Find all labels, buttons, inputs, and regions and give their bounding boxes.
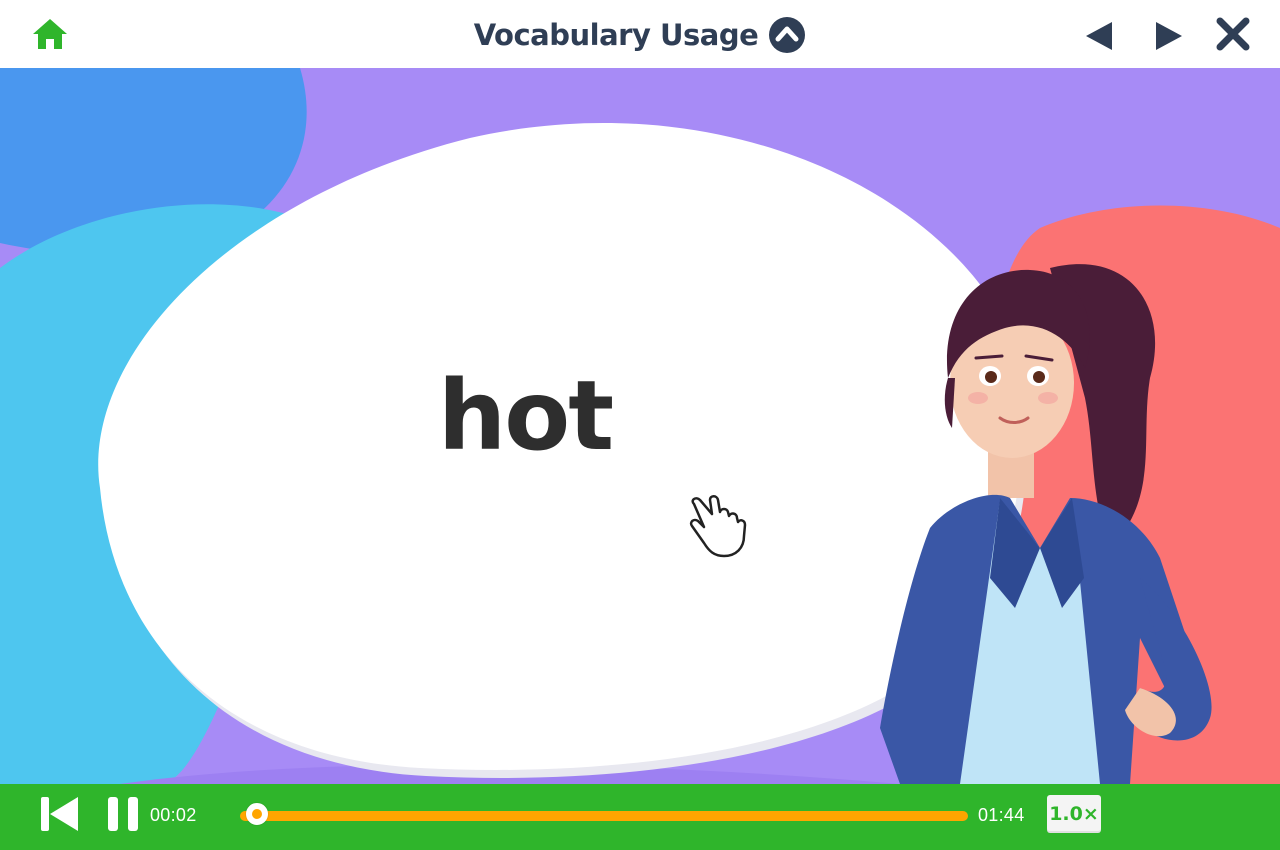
chevron-up-circle-icon[interactable] <box>768 16 806 54</box>
hand-pointer-icon <box>689 495 747 558</box>
progress-scrubber[interactable] <box>245 803 268 825</box>
triangle-left-icon[interactable] <box>1082 19 1116 53</box>
vocabulary-word: hot <box>437 360 614 472</box>
current-time: 00:02 <box>150 805 197 825</box>
triangle-right-icon[interactable] <box>1152 19 1186 53</box>
video-lesson-player: Vocabulary Usage hot 00:02 01:44 1.0× <box>0 0 1280 850</box>
header-bar: Vocabulary Usage <box>0 0 1280 69</box>
close-x-icon[interactable] <box>1214 15 1252 53</box>
total-time: 01:44 <box>978 805 1025 825</box>
page-title: Vocabulary Usage <box>473 18 759 52</box>
skip-back-icon[interactable] <box>38 794 80 834</box>
teacher-character <box>880 264 1212 784</box>
playback-speed-button[interactable]: 1.0× <box>1047 795 1101 833</box>
video-stage[interactable]: hot <box>0 68 1280 784</box>
progress-bar[interactable] <box>240 811 968 821</box>
pause-icon[interactable] <box>105 794 141 834</box>
